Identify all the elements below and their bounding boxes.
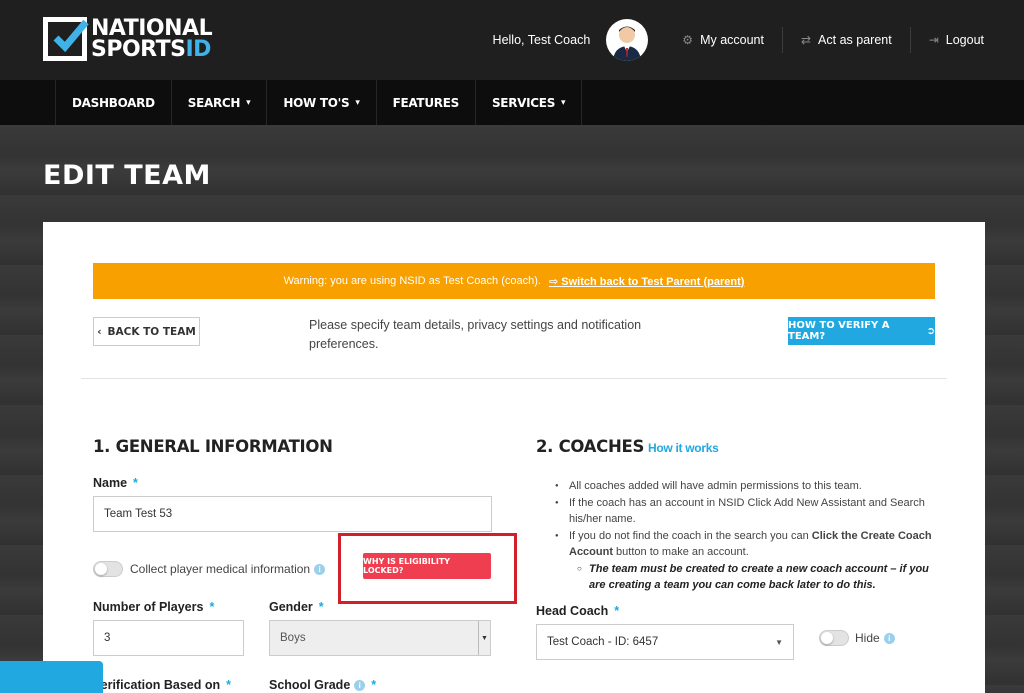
- nav-how-tos-label: HOW TO'S: [283, 95, 350, 110]
- back-to-team-button[interactable]: ‹ BACK TO TEAM: [93, 317, 200, 346]
- grade-label: School Grade i *: [269, 678, 376, 692]
- required-asterisk: *: [226, 678, 231, 692]
- general-info-title: 1. GENERAL INFORMATION: [93, 437, 333, 456]
- swap-icon: ⇄: [800, 33, 812, 47]
- main-nav: DASHBOARD SEARCH ▾ HOW TO'S ▾ FEATURES SER…: [0, 80, 1024, 125]
- switch-back-link[interactable]: ⇨ Switch back to Test Parent (parent): [549, 275, 744, 288]
- logout-link[interactable]: ⇥ Logout: [911, 28, 1024, 52]
- list-item: If the coach has an account in NSID Clic…: [555, 495, 945, 528]
- required-asterisk: *: [371, 678, 377, 692]
- medical-info-label-wrap: Collect player medical information i: [130, 562, 326, 576]
- info-icon[interactable]: i: [314, 564, 326, 576]
- nav-search[interactable]: SEARCH ▾: [172, 80, 268, 125]
- chevron-down-icon: ▾: [246, 97, 251, 108]
- back-to-team-label: BACK TO TEAM: [107, 325, 196, 338]
- user-area: Hello, Test Coach ⚙ My account ⇄ Act as …: [493, 0, 1024, 80]
- gender-value: Boys: [280, 632, 306, 644]
- logo-line2-accent: ID: [185, 37, 211, 62]
- logout-label: Logout: [945, 33, 984, 47]
- logo-line2: SPORTSID: [91, 37, 212, 62]
- nav-features-label: FEATURES: [392, 95, 460, 110]
- bullet3-post: button to make an account.: [613, 546, 749, 558]
- players-label-text: Number of Players: [93, 600, 204, 614]
- required-asterisk: *: [318, 600, 324, 614]
- switch-back-label: Switch back to Test Parent (parent): [561, 275, 745, 288]
- players-input[interactable]: 3: [93, 620, 244, 656]
- section-divider: [81, 378, 947, 379]
- dropdown-arrow-icon: ▼: [478, 621, 490, 655]
- nav-how-tos[interactable]: HOW TO'S ▾: [267, 80, 377, 125]
- page-title: EDIT TEAM: [43, 160, 211, 191]
- nav-dashboard[interactable]: DASHBOARD: [56, 80, 172, 125]
- hide-label: Hide: [855, 631, 880, 645]
- why-eligibility-locked-label: WHY IS ELIGIBILITY LOCKED?: [363, 557, 451, 575]
- medical-info-label: Collect player medical information: [130, 562, 311, 576]
- head-coach-select[interactable]: Test Coach - ID: 6457 ▼: [536, 624, 794, 660]
- act-as-parent-link[interactable]: ⇄ Act as parent: [783, 28, 910, 52]
- logo-check-icon: [43, 17, 89, 61]
- act-as-parent-label: Act as parent: [818, 33, 892, 47]
- players-value: 3: [104, 632, 111, 644]
- head-coach-label-text: Head Coach: [536, 604, 609, 618]
- top-header: NATIONAL SPORTSID Hello, Test Coach ⚙ My…: [0, 0, 1024, 80]
- how-to-verify-button[interactable]: HOW TO VERIFY A TEAM? ➲: [788, 317, 935, 345]
- edit-team-panel: Warning: you are using NSID as Test Coac…: [43, 222, 985, 693]
- hide-label-wrap: Hide i: [855, 631, 895, 645]
- required-asterisk: *: [209, 600, 215, 614]
- name-label-text: Name: [93, 476, 128, 490]
- head-coach-value: Test Coach - ID: 6457: [547, 636, 659, 648]
- nav-services[interactable]: SERVICES ▾: [476, 80, 583, 125]
- required-asterisk: *: [133, 476, 138, 490]
- list-item: The team must be created to create a new…: [555, 561, 945, 594]
- greeting: Hello, Test Coach: [492, 33, 591, 47]
- chevron-down-icon: ▾: [355, 97, 360, 108]
- intro-text: Please specify team details, privacy set…: [309, 318, 642, 351]
- team-name-input[interactable]: Team Test 53: [93, 496, 492, 532]
- nav-services-label: SERVICES: [491, 95, 556, 110]
- avatar[interactable]: [606, 19, 649, 61]
- hide-coach-toggle[interactable]: [819, 630, 849, 646]
- nav-dashboard-label: DASHBOARD: [72, 95, 155, 110]
- dropdown-arrow-icon: ▼: [775, 637, 783, 647]
- impersonation-warning: Warning: you are using NSID as Test Coac…: [93, 263, 935, 299]
- feedback-tab[interactable]: [0, 661, 103, 693]
- why-eligibility-locked-button[interactable]: WHY IS ELIGIBILITY LOCKED?: [363, 553, 491, 579]
- my-account-label: My account: [700, 33, 764, 47]
- logo-line1: NATIONAL: [91, 16, 213, 41]
- name-label: Name *: [93, 476, 138, 490]
- site-logo[interactable]: NATIONAL SPORTSID: [43, 16, 213, 62]
- players-label: Number of Players *: [93, 600, 214, 614]
- bullet3-pre: If you do not find the coach in the sear…: [569, 529, 812, 542]
- chevron-left-icon: ‹: [97, 325, 102, 338]
- list-item: All coaches added will have admin permis…: [555, 478, 945, 495]
- verification-label-text: Verification Based on: [93, 678, 221, 692]
- coaches-title: 2. COACHES How it works: [536, 437, 719, 456]
- gender-label-text: Gender: [269, 600, 313, 614]
- coaches-title-text: 2. COACHES: [536, 437, 645, 456]
- list-item: If you do not find the coach in the sear…: [555, 528, 945, 561]
- nav-features[interactable]: FEATURES: [377, 80, 476, 125]
- gear-icon: ⚙: [682, 33, 694, 47]
- logo-line2-main: SPORTS: [91, 37, 186, 62]
- logout-icon: ⇥: [928, 33, 939, 47]
- verification-label: Verification Based on *: [93, 678, 231, 692]
- required-asterisk: *: [614, 604, 620, 618]
- nav-search-label: SEARCH: [187, 95, 241, 110]
- info-icon[interactable]: i: [354, 680, 366, 692]
- how-to-verify-label: HOW TO VERIFY A TEAM?: [788, 320, 890, 342]
- grade-label-text: School Grade: [269, 678, 351, 692]
- how-it-works-link[interactable]: How it works: [648, 441, 719, 455]
- chevron-down-icon: ▾: [561, 97, 566, 108]
- arrow-circle-right-icon: ➲: [926, 325, 935, 337]
- head-coach-label: Head Coach *: [536, 604, 619, 618]
- info-icon[interactable]: i: [883, 633, 895, 645]
- team-name-value: Team Test 53: [104, 508, 173, 520]
- logo-text: NATIONAL SPORTSID: [91, 16, 213, 62]
- warning-text: Warning: you are using NSID as Test Coac…: [283, 275, 541, 287]
- gender-label: Gender *: [269, 600, 324, 614]
- medical-info-toggle[interactable]: [93, 561, 123, 577]
- my-account-link[interactable]: ⚙ My account: [664, 28, 782, 52]
- gender-select[interactable]: Boys ▼: [269, 620, 491, 656]
- coaches-notes: All coaches added will have admin permis…: [555, 478, 945, 594]
